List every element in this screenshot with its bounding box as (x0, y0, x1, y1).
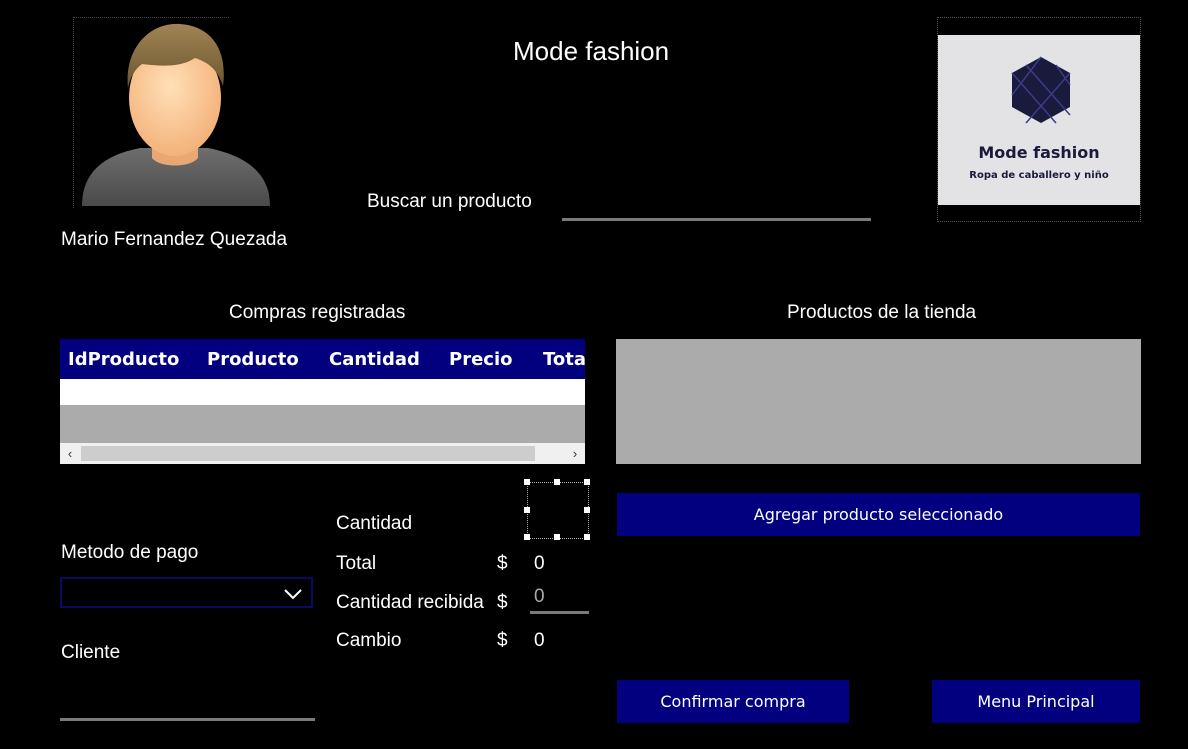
hexagon-logo-icon (1011, 56, 1071, 124)
resize-handle (524, 507, 530, 513)
payment-method-select[interactable] (60, 577, 313, 608)
table-row[interactable] (60, 379, 585, 405)
column-header[interactable]: Producto (207, 349, 299, 370)
resize-handle (584, 507, 590, 513)
resize-handle (524, 479, 530, 485)
avatar (73, 17, 270, 208)
page-title: Mode fashion (513, 36, 670, 66)
total-value: 0 (534, 553, 545, 574)
scroll-right-icon[interactable]: › (565, 443, 585, 464)
resize-handle (584, 534, 590, 540)
chevron-down-icon (284, 589, 302, 600)
horizontal-scrollbar[interactable]: ‹ › (60, 443, 585, 464)
products-grid[interactable] (616, 339, 1141, 464)
brand-logo: Mode fashion Ropa de caballero y niño (937, 17, 1141, 222)
column-header[interactable]: IdProducto (68, 349, 179, 370)
total-label: Total (336, 553, 377, 574)
purchases-title: Compras registradas (229, 302, 406, 323)
logo-tagline: Ropa de caballero y niño (969, 170, 1109, 181)
change-value: 0 (534, 630, 545, 651)
purchases-grid-header: IdProducto Producto Cantidad Precio Tota… (60, 339, 585, 379)
main-menu-button[interactable]: Menu Principal (932, 680, 1140, 723)
quantity-label: Cantidad (336, 513, 413, 534)
scroll-left-icon[interactable]: ‹ (60, 443, 80, 464)
resize-handle (554, 479, 560, 485)
user-avatar-icon (82, 23, 270, 206)
search-input[interactable] (562, 190, 871, 221)
resize-handle (524, 534, 530, 540)
change-currency: $ (497, 630, 508, 651)
change-label: Cambio (336, 630, 402, 651)
received-label: Cantidad recibida (336, 592, 484, 613)
total-currency: $ (497, 553, 508, 574)
search-label: Buscar un producto (367, 191, 532, 212)
client-label: Cliente (61, 642, 121, 663)
column-header[interactable]: Cantidad (329, 349, 420, 370)
logo-brand-text: Mode fashion (978, 143, 1100, 162)
selection-box (527, 482, 589, 539)
client-input[interactable] (60, 688, 315, 721)
received-amount-input[interactable] (530, 582, 589, 614)
products-title: Productos de la tienda (787, 302, 977, 323)
resize-handle (554, 534, 560, 540)
received-currency: $ (497, 592, 508, 613)
scrollbar-thumb[interactable] (81, 446, 535, 461)
purchases-grid[interactable]: IdProducto Producto Cantidad Precio Tota… (60, 339, 585, 464)
payment-method-label: Metodo de pago (61, 542, 199, 563)
column-header[interactable]: Precio (449, 349, 512, 370)
user-name: Mario Fernandez Quezada (61, 229, 288, 250)
add-selected-product-button[interactable]: Agregar producto seleccionado (617, 493, 1140, 536)
confirm-purchase-button[interactable]: Confirmar compra (617, 680, 849, 723)
resize-handle (584, 479, 590, 485)
column-header[interactable]: Total (543, 349, 585, 370)
